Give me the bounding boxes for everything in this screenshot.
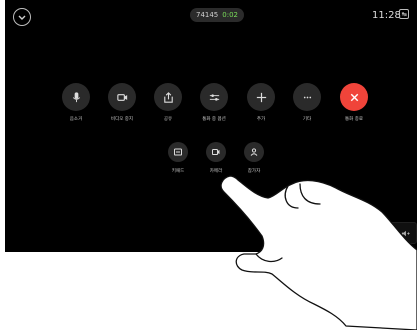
camera-control-icon [212, 149, 220, 155]
clock: 11:28 [372, 10, 401, 21]
keypad-icon [174, 148, 182, 156]
add-button[interactable] [247, 83, 275, 111]
participants-label: 참가자 [247, 169, 261, 174]
keypad-button[interactable] [168, 142, 188, 162]
share-button[interactable] [154, 83, 182, 111]
stop-video-button[interactable] [108, 83, 136, 111]
layout-icon[interactable]: ↹ [399, 9, 409, 19]
end-call-label: 통화 종료 [345, 117, 363, 122]
ellipsis-icon [303, 96, 311, 98]
more-button[interactable] [293, 83, 321, 111]
mute-label: 음소거 [69, 117, 83, 122]
call-duration: 0:02 [222, 11, 238, 19]
end-call-button[interactable] [340, 83, 368, 111]
call-options-label: 통화 중 옵션 [202, 117, 226, 122]
layout-icon-glyph: ↹ [401, 10, 407, 18]
more-label: 기타 [302, 117, 312, 122]
keypad-label: 키패드 [171, 169, 185, 174]
volume-up-icon[interactable] [401, 229, 410, 238]
camera-icon [116, 93, 127, 101]
participants-button[interactable] [244, 142, 264, 162]
close-icon [350, 93, 358, 101]
call-controls-row-1: 음소거 비디오 중지 공유 통화 중 옵션 추가 기타 통화 종료 [5, 83, 417, 123]
volume-down-icon[interactable] [369, 229, 378, 238]
share-label: 공유 [163, 117, 173, 122]
call-options-button[interactable] [200, 83, 228, 111]
mute-button[interactable] [62, 83, 90, 111]
call-status-pill[interactable]: 74145 0:02 [190, 8, 244, 22]
add-label: 추가 [256, 117, 266, 122]
call-number: 74145 [195, 11, 219, 19]
stop-video-label: 비디오 중지 [110, 117, 134, 122]
microphone-icon [72, 91, 80, 102]
chevron-down-icon[interactable] [13, 8, 31, 26]
share-icon [163, 91, 173, 103]
camera-control-label: 카메라 [209, 169, 223, 174]
person-icon [250, 148, 258, 156]
volume-control[interactable] [362, 222, 417, 244]
sliders-icon [209, 93, 219, 101]
touch-panel-screen: 74145 0:02 11:28 ↹ 음소거 비디오 중지 공유 통화 중 옵션… [5, 0, 417, 252]
camera-control-button[interactable] [206, 142, 226, 162]
plus-icon [256, 92, 266, 102]
